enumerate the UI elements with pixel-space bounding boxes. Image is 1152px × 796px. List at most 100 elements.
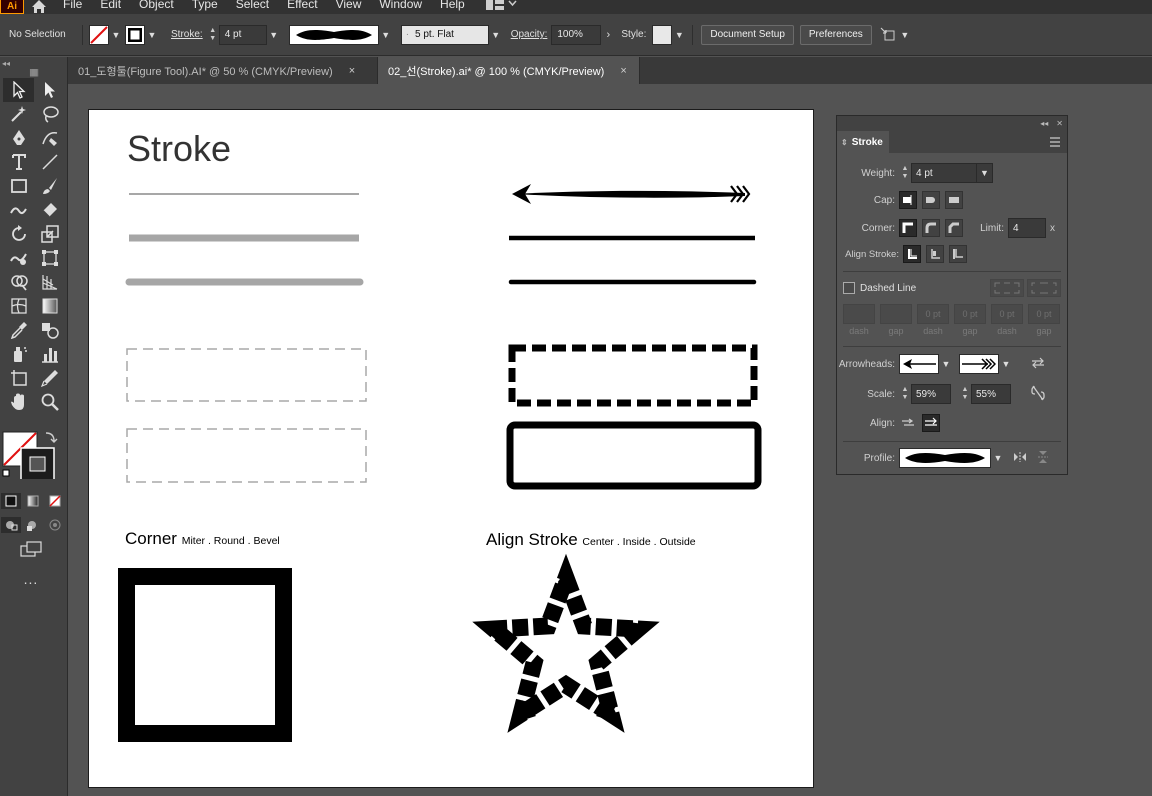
default-colors-icon[interactable]: [2, 469, 10, 477]
bevel-join-icon[interactable]: [945, 219, 963, 237]
dashed-rectangle-aligned[interactable]: [126, 428, 367, 483]
chevron-down-icon[interactable]: ▼: [898, 25, 912, 45]
grip-icon[interactable]: ||||||||: [29, 68, 39, 77]
dash-preserve-icon[interactable]: [990, 279, 1024, 297]
style-swatch[interactable]: [652, 24, 673, 45]
chevron-down-icon[interactable]: ▼: [672, 25, 686, 45]
document-setup-button[interactable]: Document Setup: [701, 24, 794, 45]
thick-rounded-rectangle[interactable]: [506, 421, 762, 490]
slice-tool-icon[interactable]: [34, 366, 65, 390]
flip-along-icon[interactable]: [1013, 451, 1027, 466]
rectangle-tool-icon[interactable]: [3, 174, 34, 198]
color-icon[interactable]: [1, 493, 21, 509]
miter-join-icon[interactable]: [899, 219, 917, 237]
tab-stroke[interactable]: 02_선(Stroke).ai* @ 100 % (CMYK/Preview) …: [378, 57, 640, 84]
workspace-switcher[interactable]: [485, 0, 526, 14]
screen-mode-icon[interactable]: [20, 541, 42, 562]
chevron-down-icon[interactable]: ▼: [145, 25, 159, 45]
chevron-down-icon[interactable]: ▼: [489, 25, 503, 45]
paintbrush-tool-icon[interactable]: [34, 174, 65, 198]
artboard-tool-icon[interactable]: [3, 366, 34, 390]
chevron-down-icon[interactable]: ▼: [991, 448, 1005, 468]
stroke-color-control[interactable]: ▼: [125, 24, 159, 45]
blend-tool-icon[interactable]: [34, 318, 65, 342]
arrow-place-at-end-icon[interactable]: [922, 414, 940, 432]
shaper-tool-icon[interactable]: [3, 198, 34, 222]
dashed-arrow-star[interactable]: [472, 553, 660, 733]
lasso-tool-icon[interactable]: [34, 102, 65, 126]
stroke-swatch[interactable]: [125, 24, 145, 45]
draw-inside-icon[interactable]: [45, 517, 65, 533]
align-outside-icon[interactable]: [949, 245, 967, 263]
menu-view[interactable]: View: [327, 0, 371, 10]
artwork[interactable]: [89, 110, 815, 789]
draw-behind-icon[interactable]: [23, 517, 43, 533]
shape-builder-tool-icon[interactable]: [3, 270, 34, 294]
arrow-line[interactable]: [512, 184, 751, 204]
menu-edit[interactable]: Edit: [91, 0, 130, 10]
collapse-icon[interactable]: ◂◂: [2, 59, 10, 68]
brush-field[interactable]: · 5 pt. Flat: [400, 24, 489, 45]
align-center-icon[interactable]: [903, 245, 921, 263]
thick-dashed-rectangle[interactable]: [508, 344, 758, 407]
scale-tool-icon[interactable]: [34, 222, 65, 246]
weight-stepper-icon[interactable]: ▲ ▼: [899, 163, 911, 183]
dash-align-corners-icon[interactable]: [1027, 279, 1061, 297]
weight-field[interactable]: 4 pt: [911, 163, 977, 183]
start-arrowhead-select[interactable]: [899, 354, 939, 374]
gradient-icon[interactable]: [23, 493, 43, 509]
brush-definition-control[interactable]: · 5 pt. Flat ▼: [400, 24, 503, 45]
arrange-control[interactable]: ▼: [880, 25, 912, 45]
home-icon[interactable]: [24, 0, 54, 14]
close-icon[interactable]: ×: [620, 65, 626, 77]
align-inside-icon[interactable]: [926, 245, 944, 263]
projecting-cap-icon[interactable]: [945, 191, 963, 209]
fill-control[interactable]: ▼: [89, 24, 123, 45]
panel-menu-icon[interactable]: [1049, 137, 1061, 147]
free-transform-tool-icon[interactable]: [34, 246, 65, 270]
swap-arrowheads-icon[interactable]: [1031, 357, 1045, 372]
round-join-icon[interactable]: [922, 219, 940, 237]
edit-toolbar-icon[interactable]: ...: [0, 571, 62, 587]
fill-swatch[interactable]: [89, 24, 109, 45]
draw-normal-icon[interactable]: [1, 517, 21, 533]
scale-start-stepper-icon[interactable]: ▲ ▼: [899, 384, 911, 404]
column-graph-tool-icon[interactable]: [34, 342, 65, 366]
dash-field-2[interactable]: 0 pt: [917, 304, 949, 324]
swap-icon[interactable]: [45, 432, 58, 443]
chevron-down-icon[interactable]: ▼: [939, 354, 953, 374]
limit-field[interactable]: 4: [1008, 218, 1046, 238]
flip-across-icon[interactable]: [1037, 450, 1049, 467]
dashed-line-checkbox[interactable]: [843, 282, 855, 294]
butt-cap-icon[interactable]: [899, 191, 917, 209]
selection-tool-icon[interactable]: [3, 78, 34, 102]
menu-type[interactable]: Type: [183, 0, 227, 10]
gap-field-3[interactable]: 0 pt: [1028, 304, 1060, 324]
eyedropper-tool-icon[interactable]: [3, 318, 34, 342]
collapse-panel-icon[interactable]: ◂◂: [1040, 119, 1048, 128]
stroke-weight-field[interactable]: 4 pt: [218, 24, 267, 45]
direct-selection-tool-icon[interactable]: [34, 78, 65, 102]
scale-end-field[interactable]: 55%: [971, 384, 1011, 404]
tab-figure-tool[interactable]: 01_도형툴(Figure Tool).AI* @ 50 % (CMYK/Pre…: [68, 57, 378, 84]
gap-field-2[interactable]: 0 pt: [954, 304, 986, 324]
hand-tool-icon[interactable]: [3, 390, 34, 414]
artboard[interactable]: Stroke Corner Miter . Round . Bevel Alig…: [88, 109, 814, 788]
warp-tool-icon[interactable]: [3, 246, 34, 270]
variable-width-control[interactable]: ▼: [288, 24, 393, 45]
rotate-tool-icon[interactable]: [3, 222, 34, 246]
arrow-extend-beyond-icon[interactable]: [899, 414, 917, 432]
link-scale-icon[interactable]: [1031, 385, 1045, 404]
chevron-down-icon[interactable]: ▼: [267, 25, 281, 45]
dash-field-3[interactable]: 0 pt: [991, 304, 1023, 324]
line-segment-tool-icon[interactable]: [34, 150, 65, 174]
panel-tab-stroke[interactable]: ⇕ Stroke: [837, 131, 889, 153]
fill-stroke-swatches[interactable]: [2, 429, 62, 481]
dashed-rectangle[interactable]: [126, 348, 367, 402]
menu-help[interactable]: Help: [431, 0, 474, 10]
menu-select[interactable]: Select: [227, 0, 278, 10]
symbol-sprayer-tool-icon[interactable]: [3, 342, 34, 366]
type-tool-icon[interactable]: [3, 150, 34, 174]
menu-effect[interactable]: Effect: [278, 0, 326, 10]
pen-tool-icon[interactable]: [3, 126, 34, 150]
